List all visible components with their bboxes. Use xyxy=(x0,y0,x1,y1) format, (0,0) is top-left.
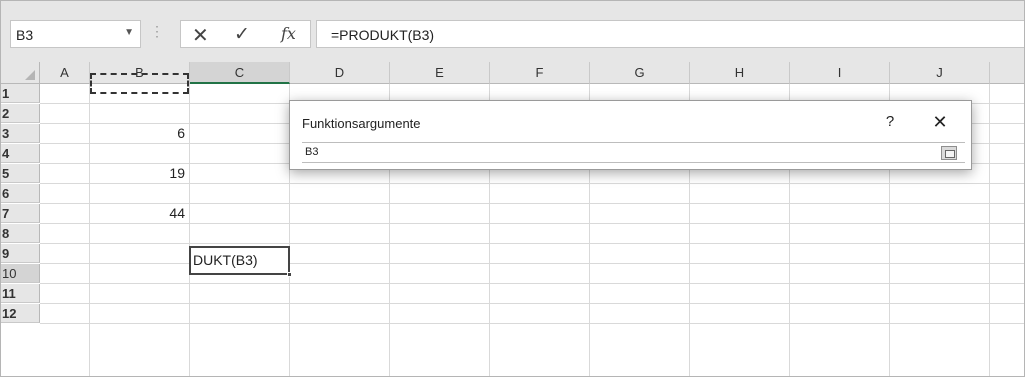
close-button[interactable]: ✕ xyxy=(927,109,953,135)
formula-input[interactable]: =PRODUKT(B3) xyxy=(316,20,1025,48)
column-header-h[interactable]: H xyxy=(690,62,790,84)
gridline xyxy=(40,283,1025,284)
argument-input[interactable]: B3 xyxy=(302,142,965,163)
column-header-e[interactable]: E xyxy=(390,62,490,84)
column-header-g[interactable]: G xyxy=(590,62,690,84)
select-all-button[interactable] xyxy=(0,62,40,84)
row-header-7[interactable]: 7 xyxy=(0,204,40,223)
row-header-2[interactable]: 2 xyxy=(0,104,40,123)
gridline xyxy=(40,243,1025,244)
column-header-j[interactable]: J xyxy=(890,62,990,84)
row-header-1[interactable]: 1 xyxy=(0,84,40,103)
argument-input-value: B3 xyxy=(305,146,319,158)
gridline xyxy=(40,183,1025,184)
chevron-down-icon[interactable]: ▼ xyxy=(124,27,134,38)
column-header-i[interactable]: I xyxy=(790,62,890,84)
expand-dialog-icon[interactable] xyxy=(941,146,957,160)
gridline xyxy=(189,84,190,377)
gridline xyxy=(989,84,990,377)
formula-buttons: ✕ ✓ fx xyxy=(180,20,311,48)
cell-c10-text: DUKT(B3) xyxy=(193,252,258,268)
row-header-6[interactable]: 6 xyxy=(0,184,40,203)
formula-text: =PRODUKT(B3) xyxy=(331,27,435,43)
help-button[interactable]: ? xyxy=(877,109,903,135)
cell-b3[interactable]: 6 xyxy=(90,124,189,143)
cell-b7[interactable]: 44 xyxy=(90,204,189,223)
enter-icon[interactable]: ✓ xyxy=(234,23,250,46)
row-header-10[interactable]: 10 xyxy=(0,264,40,283)
column-header-a[interactable]: A xyxy=(40,62,90,84)
row-header-4[interactable]: 4 xyxy=(0,144,40,163)
row-header-3[interactable]: 3 xyxy=(0,124,40,143)
cell-b5[interactable]: 19 xyxy=(90,164,189,183)
column-header-d[interactable]: D xyxy=(290,62,390,84)
active-cell-c10[interactable]: DUKT(B3) xyxy=(189,246,292,277)
row-header-12[interactable]: 12 xyxy=(0,304,40,323)
row-header-11[interactable]: 11 xyxy=(0,284,40,303)
formula-bar: B3 ▼ ⋮ ✕ ✓ fx =PRODUKT(B3) xyxy=(0,0,1025,62)
column-header-f[interactable]: F xyxy=(490,62,590,84)
row-header-9[interactable]: 9 xyxy=(0,244,40,263)
drag-handle-icon[interactable]: ⋮ xyxy=(150,23,164,40)
gridline xyxy=(40,323,1025,324)
dialog-title: Funktionsargumente xyxy=(302,116,421,131)
gridline xyxy=(40,303,1025,304)
row-header-5[interactable]: 5 xyxy=(0,164,40,183)
gridline xyxy=(40,223,1025,224)
name-box[interactable]: B3 ▼ xyxy=(10,20,141,48)
column-header-c[interactable]: C xyxy=(190,62,290,84)
name-box-value: B3 xyxy=(16,27,34,43)
gridline xyxy=(40,263,1025,264)
select-all-icon xyxy=(25,70,35,80)
insert-function-icon[interactable]: fx xyxy=(281,24,296,43)
column-header-k[interactable] xyxy=(990,62,1025,84)
cancel-icon[interactable]: ✕ xyxy=(192,23,209,48)
reference-marquee xyxy=(90,73,189,94)
row-header-8[interactable]: 8 xyxy=(0,224,40,243)
fill-handle[interactable] xyxy=(287,272,292,277)
function-arguments-dialog: Funktionsargumente ? ✕ B3 xyxy=(289,100,972,170)
